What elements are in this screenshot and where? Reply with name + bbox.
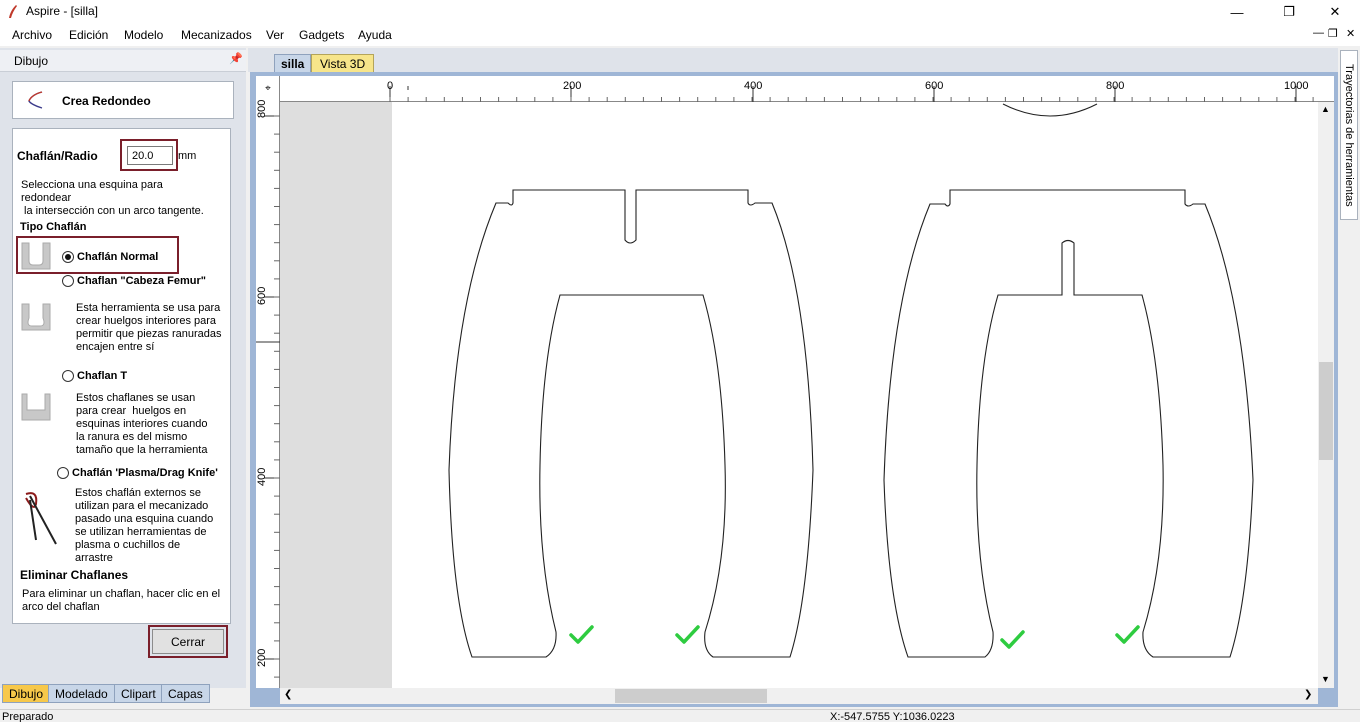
t-desc-1: Estos chaflanes se usan — [76, 392, 196, 404]
plasma-fillet-label[interactable]: Chaflán 'Plasma/Drag Knife' — [72, 467, 218, 480]
femur-desc-2: crear huelgos interiores para — [76, 315, 217, 327]
check-icon-1 — [569, 625, 594, 644]
tab-capas[interactable]: Capas — [161, 684, 210, 703]
title-bar — [0, 0, 1360, 24]
femur-desc-1: Esta herramienta se usa para — [76, 302, 221, 314]
panel-title: Dibujo — [14, 54, 49, 68]
plasma-desc-6: arrastre — [75, 552, 113, 564]
mdi-restore-icon[interactable]: ❐ — [1328, 27, 1338, 40]
horizontal-scrollbar[interactable] — [280, 688, 1318, 704]
vertical-scroll-thumb[interactable] — [1319, 362, 1333, 460]
chair-parts-drawing[interactable] — [280, 102, 1318, 688]
status-text: Preparado — [2, 711, 54, 722]
ruler-label-1000: 1000 — [1284, 80, 1309, 92]
window-title: Aspire - [silla] — [26, 4, 99, 18]
femur-fillet-radio[interactable] — [62, 275, 74, 287]
vruler-label-600: 600 — [256, 286, 268, 305]
femur-desc-4: encajen entre sí — [76, 341, 155, 353]
mdi-close-icon[interactable]: ✕ — [1346, 27, 1355, 40]
vruler-label-400: 400 — [256, 467, 268, 486]
mdi-minimize-icon[interactable]: — — [1313, 27, 1324, 39]
tab-silla[interactable]: silla — [274, 54, 312, 73]
radius-unit: mm — [178, 150, 197, 162]
check-icon-4 — [1115, 625, 1140, 644]
check-icon-2 — [675, 625, 700, 644]
radius-input[interactable] — [127, 146, 173, 165]
femur-desc-3: permitir que piezas ranuradas — [76, 328, 222, 340]
check-icon-3 — [1000, 630, 1025, 649]
t-fillet-label[interactable]: Chaflan T — [77, 370, 127, 383]
plasma-desc-4: se utilizan herramientas de — [75, 526, 207, 538]
normal-fillet-icon — [21, 242, 51, 270]
top-arc-vector — [1002, 103, 1098, 117]
drag-knife-icon — [25, 492, 57, 545]
plasma-desc-3: pasado una esquina cuando — [75, 513, 214, 525]
tab-dibujo[interactable]: Dibujo — [2, 684, 51, 703]
radius-label: Chaflán/Radio — [17, 149, 98, 163]
t-desc-4: la ranura es del mismo — [76, 431, 188, 443]
remove-heading: Eliminar Chaflanes — [20, 568, 129, 582]
fillet-tool-icon — [28, 91, 43, 109]
vruler-label-200: 200 — [256, 648, 268, 667]
remove-text-1: Para eliminar un chaflan, hacer clic en … — [22, 588, 221, 600]
femur-fillet-label[interactable]: Chaflan "Cabeza Femur" — [77, 275, 206, 288]
instruction-line-2: redondear — [21, 192, 72, 204]
ruler-origin-icon[interactable]: ⌖ — [257, 78, 279, 100]
menu-archivo[interactable]: Archivo — [12, 28, 52, 42]
type-heading: Tipo Chaflán — [20, 221, 87, 233]
vertical-ruler-ticks — [256, 115, 280, 678]
normal-fillet-label[interactable]: Chaflán Normal — [77, 251, 158, 264]
tab-vista-3d[interactable]: Vista 3D — [311, 54, 375, 73]
plasma-desc-1: Estos chaflán externos se — [75, 487, 201, 499]
menu-ver[interactable]: Ver — [266, 28, 284, 42]
aspire-app-icon — [9, 5, 17, 18]
menu-gadgets[interactable]: Gadgets — [299, 28, 344, 42]
horizontal-scroll-thumb[interactable] — [615, 689, 767, 703]
right-part-outline — [883, 189, 1254, 658]
instruction-line-3: la intersección con un arco tangente. — [21, 205, 204, 217]
ruler-label-0: 0 — [387, 80, 394, 92]
t-desc-5: tamaño que la herramienta — [76, 444, 208, 456]
ruler-label-200: 200 — [563, 80, 582, 92]
menu-modelo[interactable]: Modelo — [124, 28, 163, 42]
plasma-desc-5: plasma o cuchillos de — [75, 539, 181, 551]
pin-icon[interactable]: 📌 — [229, 52, 243, 65]
tool-title: Crea Redondeo — [62, 94, 151, 108]
t-desc-3: esquinas interiores cuando — [76, 418, 208, 430]
plasma-desc-2: utilizan para el mecanizado — [75, 500, 209, 512]
tab-clipart[interactable]: Clipart — [114, 684, 163, 703]
menu-ayuda[interactable]: Ayuda — [358, 28, 392, 42]
t-desc-2: para crear huelgos en — [76, 405, 187, 417]
tab-modelado[interactable]: Modelado — [48, 684, 115, 703]
ruler-label-400: 400 — [744, 80, 763, 92]
scroll-up-icon[interactable]: ▲ — [1321, 104, 1330, 114]
instruction-line-1: Selecciona una esquina para — [21, 179, 163, 191]
t-fillet-icon — [21, 393, 51, 421]
minimize-button[interactable]: — — [1214, 0, 1260, 24]
left-part-outline — [448, 189, 814, 658]
cursor-coordinates: X:-547.5755 Y:1036.0223 — [830, 711, 955, 722]
close-window-button[interactable]: ✕ — [1312, 0, 1358, 24]
femur-fillet-icon — [21, 303, 51, 331]
plasma-fillet-radio[interactable] — [57, 467, 69, 479]
maximize-button[interactable]: ❐ — [1266, 0, 1312, 24]
document-tab-strip — [248, 48, 1338, 72]
close-button[interactable]: Cerrar — [152, 629, 224, 654]
toolpaths-tab-label[interactable]: Trayectorias de herramientas — [1340, 50, 1358, 220]
remove-text-2: arco del chaflan — [22, 601, 100, 613]
scroll-down-icon[interactable]: ▼ — [1321, 674, 1330, 684]
normal-fillet-radio[interactable] — [62, 251, 74, 263]
scroll-right-icon[interactable]: ❯ — [1304, 689, 1312, 700]
scroll-left-icon[interactable]: ❮ — [284, 689, 292, 700]
t-fillet-radio[interactable] — [62, 370, 74, 382]
menu-edicion[interactable]: Edición — [69, 28, 108, 42]
status-bar — [0, 709, 1360, 722]
horizontal-ruler-ticks — [389, 86, 1314, 102]
ruler-label-600: 600 — [925, 80, 944, 92]
ruler-label-800: 800 — [1106, 80, 1125, 92]
menu-mecanizados[interactable]: Mecanizados — [181, 28, 252, 42]
